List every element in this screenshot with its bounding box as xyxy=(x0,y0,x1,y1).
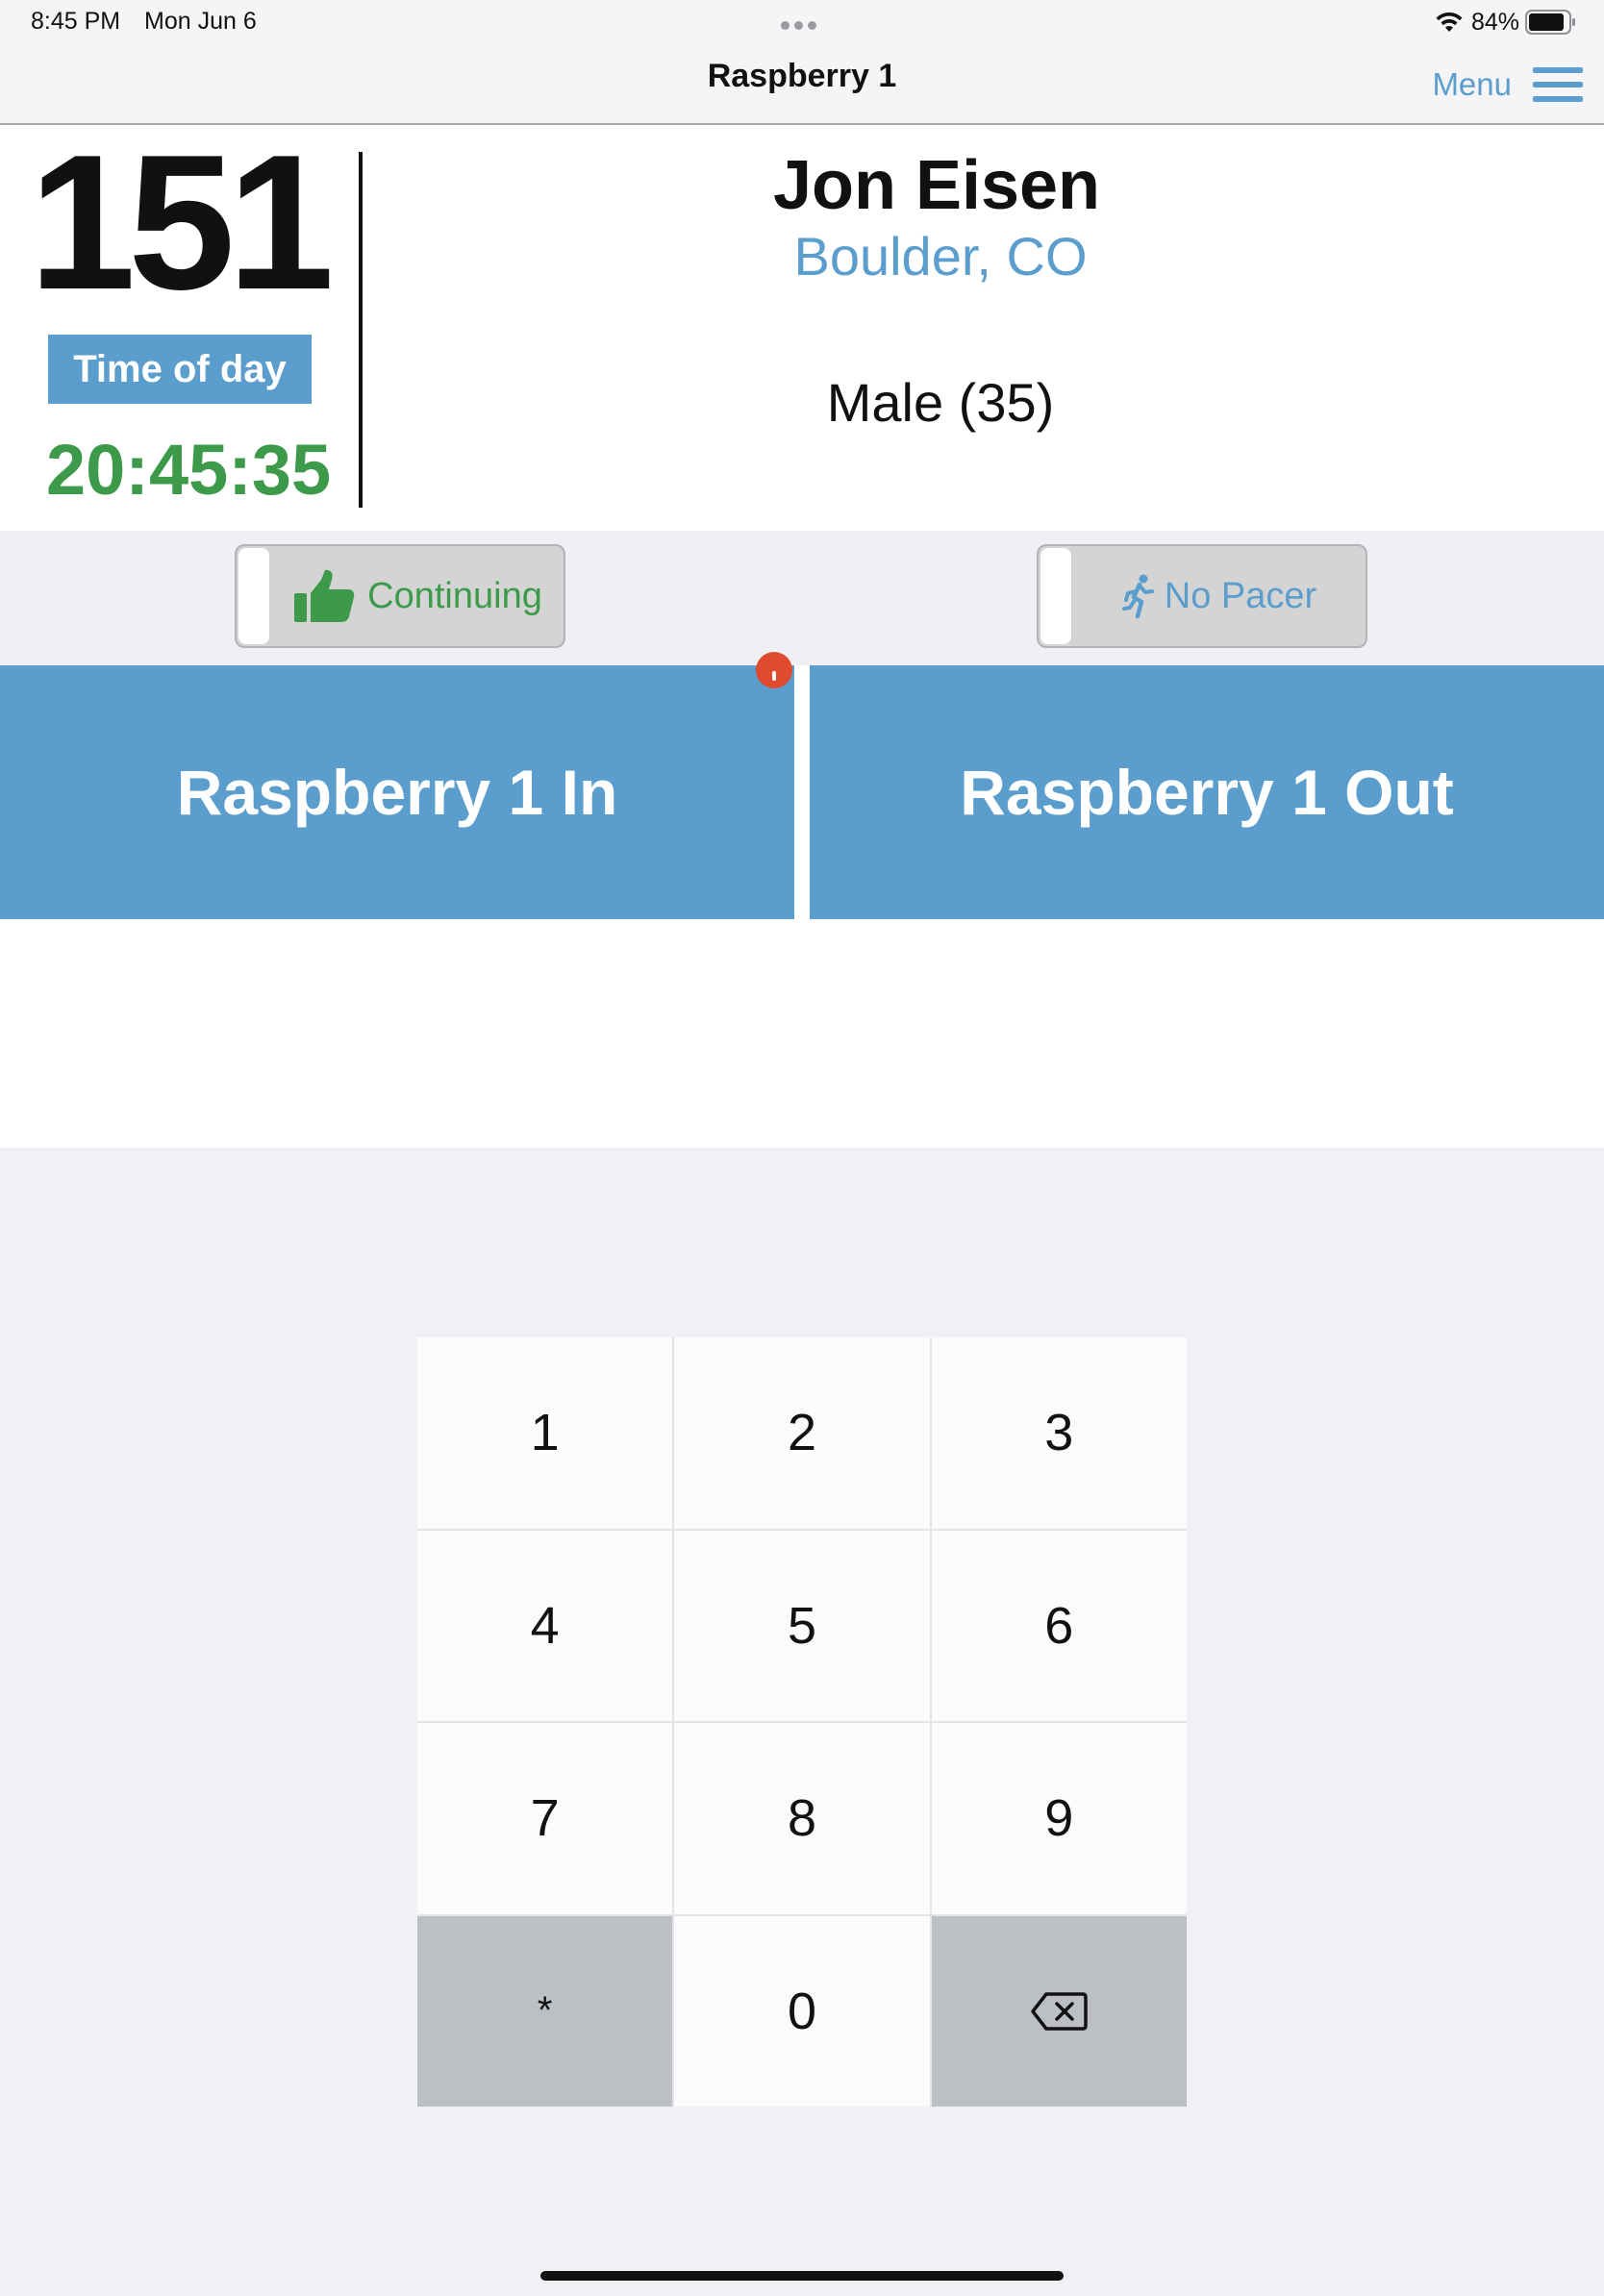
runner-location: Boulder, CO xyxy=(793,226,1088,287)
content-spacer xyxy=(0,919,1604,1148)
page-title: Raspberry 1 xyxy=(707,58,897,94)
header-divider xyxy=(359,152,363,508)
toggle-knob xyxy=(1040,548,1071,644)
toggle-content: No Pacer xyxy=(1073,546,1366,646)
check-in-label: Raspberry 1 In xyxy=(176,757,618,828)
status-time: 8:45 PM xyxy=(31,8,121,35)
key-0[interactable]: 0 xyxy=(674,1915,930,2107)
pacer-label: No Pacer xyxy=(1164,575,1317,616)
pacer-toggle[interactable]: No Pacer xyxy=(1037,544,1367,648)
runner-icon xyxy=(1121,574,1154,618)
runner-name: Jon Eisen xyxy=(772,147,1101,224)
navigation-bar: Raspberry 1 Menu xyxy=(0,46,1604,125)
key-5[interactable]: 5 xyxy=(674,1530,930,1721)
key-star[interactable]: * xyxy=(417,1915,673,2107)
toggle-knob xyxy=(238,548,269,644)
multitasking-dots-icon[interactable] xyxy=(781,17,823,30)
check-out-button[interactable]: Raspberry 1 Out xyxy=(810,665,1604,919)
toggle-row: Continuing No Pacer xyxy=(0,531,1604,665)
number-keypad: 1 2 3 4 5 6 7 8 9 * 0 xyxy=(417,1337,1187,2107)
continuing-label: Continuing xyxy=(367,575,542,616)
action-row: Raspberry 1 In Raspberry 1 Out xyxy=(0,652,1604,919)
home-indicator[interactable] xyxy=(540,2271,1064,2281)
backspace-icon xyxy=(1031,1992,1089,2031)
battery-percentage: 84% xyxy=(1470,8,1519,36)
menu-label: Menu xyxy=(1432,66,1512,102)
check-in-button[interactable]: Raspberry 1 In xyxy=(0,665,794,919)
key-8[interactable]: 8 xyxy=(674,1723,930,1914)
key-2[interactable]: 2 xyxy=(674,1337,930,1529)
key-1[interactable]: 1 xyxy=(417,1337,673,1529)
status-date: Mon Jun 6 xyxy=(144,8,257,35)
time-of-day-badge: Time of day xyxy=(48,335,312,404)
continuing-toggle[interactable]: Continuing xyxy=(235,544,565,648)
app-screen: 8:45 PM Mon Jun 6 84% Raspberry 1 Menu 1… xyxy=(0,0,1604,2296)
key-9[interactable]: 9 xyxy=(931,1723,1187,1914)
alert-badge-icon xyxy=(756,652,792,688)
backspace-key[interactable] xyxy=(931,1915,1187,2107)
runner-header: 151 Time of day 20:45:35 Jon Eisen Bould… xyxy=(0,125,1604,531)
key-4[interactable]: 4 xyxy=(417,1530,673,1721)
thumbs-up-icon xyxy=(294,569,355,622)
status-bar: 8:45 PM Mon Jun 6 84% xyxy=(0,0,1604,46)
key-6[interactable]: 6 xyxy=(931,1530,1187,1721)
menu-button[interactable]: Menu xyxy=(1432,58,1583,112)
wifi-icon xyxy=(1436,12,1463,32)
bib-number: 151 xyxy=(29,115,335,330)
time-of-day-value: 20:45:35 xyxy=(46,430,332,510)
key-7[interactable]: 7 xyxy=(417,1723,673,1914)
runner-category: Male (35) xyxy=(826,372,1055,433)
key-3[interactable]: 3 xyxy=(931,1337,1187,1529)
hamburger-icon xyxy=(1533,67,1583,102)
check-out-label: Raspberry 1 Out xyxy=(960,757,1454,828)
status-indicators: 84% xyxy=(1435,6,1577,38)
toggle-content: Continuing xyxy=(271,546,564,646)
battery-icon xyxy=(1525,10,1575,35)
